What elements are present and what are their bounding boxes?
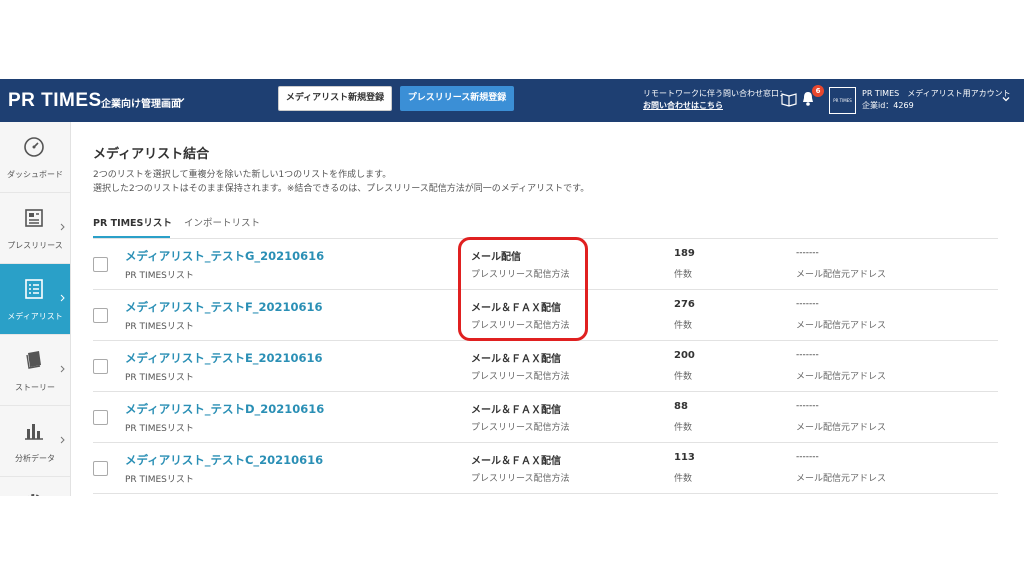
annotation-highlight — [458, 237, 588, 341]
sender-address-label: メール配信元アドレス — [796, 372, 887, 382]
sidebar-item-label: ストーリー — [15, 383, 55, 392]
remote-work-text: リモートワークに伴う問い合わせ窓口： — [643, 89, 787, 98]
sender-address-label: メール配信元アドレス — [796, 474, 887, 484]
sidebar-item-label: メディアリスト — [7, 312, 63, 321]
admin-console-label[interactable]: 企業向け管理画面 — [101, 95, 181, 110]
count-label: 件数 — [674, 321, 693, 331]
sender-address: ------- — [796, 299, 819, 309]
row-checkbox[interactable] — [93, 410, 108, 425]
media-list-name-link[interactable]: メディアリスト_テストF_20210616 — [125, 299, 323, 315]
sidebar-item-press-release[interactable]: プレスリリース — [0, 193, 70, 264]
sidebar-item-dashboard[interactable]: ダッシュボード — [0, 122, 70, 193]
gear-icon — [28, 494, 40, 496]
sender-address-label: メール配信元アドレス — [796, 423, 887, 433]
row-checkbox[interactable] — [93, 359, 108, 374]
sender-address: ------- — [796, 452, 819, 462]
sender-address-label: メール配信元アドレス — [796, 321, 887, 331]
sidebar-item-label: 分析データ — [15, 454, 55, 463]
table-row: メディアリスト_テストD_20210616 PR TIMESリスト メール＆ＦＡ… — [93, 392, 998, 443]
list-type: PR TIMESリスト — [125, 475, 194, 485]
page-title: メディアリスト結合 — [93, 147, 210, 162]
gauge-icon — [24, 137, 44, 157]
chevron-right-icon — [60, 223, 65, 231]
count-label: 件数 — [674, 474, 693, 484]
sender-address-label: メール配信元アドレス — [796, 270, 887, 280]
description-line: 2つのリストを選択して重複分を除いた新しい1つのリストを作成します。 — [93, 170, 392, 180]
notification-badge: 6 — [812, 85, 824, 97]
sidebar-item-analytics[interactable]: 分析データ — [0, 406, 70, 477]
tab-import-list[interactable]: インポートリスト — [184, 215, 260, 229]
bar-chart-icon — [25, 424, 43, 440]
new-press-release-button[interactable]: プレスリリース新規登録 — [400, 86, 514, 111]
media-list-name-link[interactable]: メディアリスト_テストE_20210616 — [125, 350, 323, 366]
chevron-right-icon — [60, 365, 65, 373]
sender-address: ------- — [796, 401, 819, 411]
delivery-method-label: プレスリリース配信方法 — [471, 474, 570, 484]
list-type: PR TIMESリスト — [125, 373, 194, 383]
description-line: 選択した2つのリストはそのまま保持されます。※結合できるのは、プレスリリース配信… — [93, 184, 590, 194]
count-value: 276 — [674, 299, 695, 310]
pr-times-logo[interactable]: PR TIMES — [8, 90, 102, 112]
row-checkbox[interactable] — [93, 257, 108, 272]
sender-address: ------- — [796, 248, 819, 258]
list-type: PR TIMESリスト — [125, 271, 194, 281]
sidebar-item-settings[interactable] — [0, 477, 70, 496]
list-type: PR TIMESリスト — [125, 322, 194, 332]
account-name: PR TIMES メディアリスト用アカウント — [862, 89, 1011, 98]
page-description: 2つのリストを選択して重複分を除いた新しい1つのリストを作成します。 選択した2… — [93, 168, 589, 196]
media-list-name-link[interactable]: メディアリスト_テストC_20210616 — [125, 452, 323, 468]
contact-link[interactable]: お問い合わせはこちら — [643, 100, 787, 112]
count-value: 189 — [674, 248, 695, 259]
media-list-name-link[interactable]: メディアリスト_テストD_20210616 — [125, 401, 324, 417]
sidebar-item-label: ダッシュボード — [7, 170, 63, 179]
count-value: 88 — [674, 401, 688, 412]
new-media-list-button[interactable]: メディアリスト新規登録 — [278, 86, 392, 111]
table-row: メディアリスト_テストC_20210616 PR TIMESリスト メール＆ＦＡ… — [93, 443, 998, 494]
chevron-down-icon[interactable] — [176, 95, 186, 105]
sender-address: ------- — [796, 350, 819, 360]
sidebar-item-media-list[interactable]: メディアリスト — [0, 264, 70, 335]
sidebar: ダッシュボード プレスリリース メディアリスト ストーリー 分析データ — [0, 122, 71, 496]
list-type: PR TIMESリスト — [125, 424, 194, 434]
newspaper-icon — [25, 209, 43, 227]
count-label: 件数 — [674, 423, 693, 433]
top-header: PR TIMES 企業向け管理画面 メディアリスト新規登録 プレスリリース新規登… — [0, 79, 1024, 122]
company-id: 企業id：4269 — [862, 101, 914, 110]
delivery-method: メール＆ＦＡＸ配信 — [471, 456, 561, 467]
count-value: 200 — [674, 350, 695, 361]
media-list-name-link[interactable]: メディアリスト_テストG_20210616 — [125, 248, 324, 264]
book-icon — [26, 351, 41, 369]
chevron-down-icon[interactable] — [1001, 94, 1011, 104]
delivery-method: メール＆ＦＡＸ配信 — [471, 405, 561, 416]
chevron-right-icon — [60, 294, 65, 302]
account-info[interactable]: PR TIMES メディアリスト用アカウント 企業id：4269 — [862, 88, 1011, 112]
delivery-method: メール＆ＦＡＸ配信 — [471, 354, 561, 365]
count-label: 件数 — [674, 270, 693, 280]
row-checkbox[interactable] — [93, 308, 108, 323]
sidebar-item-story[interactable]: ストーリー — [0, 335, 70, 406]
delivery-method-label: プレスリリース配信方法 — [471, 423, 570, 433]
tab-pr-times-list[interactable]: PR TIMESリスト — [93, 215, 172, 229]
book-icon[interactable] — [781, 91, 797, 107]
sidebar-item-label: プレスリリース — [7, 241, 63, 250]
count-label: 件数 — [674, 372, 693, 382]
count-value: 113 — [674, 452, 695, 463]
list-icon — [25, 279, 43, 299]
table-row: メディアリスト_テストE_20210616 PR TIMESリスト メール＆ＦＡ… — [93, 341, 998, 392]
account-logo[interactable]: PR TIMES — [829, 87, 856, 114]
chevron-right-icon — [60, 436, 65, 444]
remote-work-notice: リモートワークに伴う問い合わせ窓口： お問い合わせはこちら — [643, 88, 787, 112]
row-checkbox[interactable] — [93, 461, 108, 476]
delivery-method-label: プレスリリース配信方法 — [471, 372, 570, 382]
